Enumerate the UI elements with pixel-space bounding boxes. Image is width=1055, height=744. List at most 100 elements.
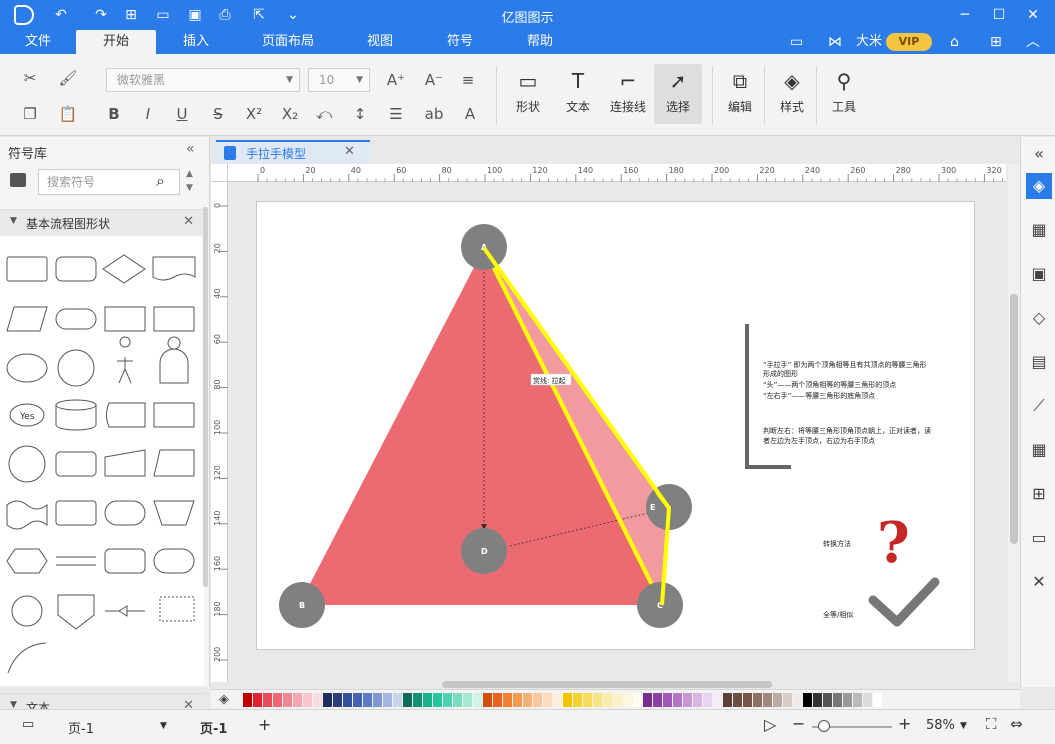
color-swatch[interactable] <box>273 693 282 707</box>
shape-ellipse[interactable] <box>6 353 48 383</box>
color-swatch[interactable] <box>813 693 822 707</box>
shape-tape[interactable] <box>6 500 48 530</box>
grow-font-icon[interactable]: A⁺ <box>386 70 406 90</box>
color-swatch[interactable] <box>303 693 312 707</box>
color-swatch[interactable] <box>843 693 852 707</box>
shape-document[interactable] <box>152 256 196 281</box>
checkmark-icon[interactable] <box>868 577 940 627</box>
color-swatch[interactable] <box>363 693 372 707</box>
color-swatch[interactable] <box>723 693 732 707</box>
connector-button[interactable]: ⌐ 连接线 <box>604 64 652 124</box>
shape-annotation[interactable] <box>159 596 195 622</box>
shape-delay[interactable] <box>104 548 146 574</box>
color-swatch[interactable] <box>793 693 802 707</box>
zoom-in-icon[interactable]: + <box>898 714 911 733</box>
color-swatch[interactable] <box>713 693 722 707</box>
color-swatch[interactable] <box>863 693 872 707</box>
expand-right-panel-icon[interactable]: « <box>1026 141 1052 167</box>
shape-predefined[interactable] <box>104 306 146 332</box>
color-swatch[interactable] <box>673 693 682 707</box>
shape-offpage-ref[interactable] <box>57 594 95 630</box>
color-swatch[interactable] <box>353 693 362 707</box>
color-swatch[interactable] <box>423 693 432 707</box>
color-swatch[interactable] <box>453 693 462 707</box>
color-swatch[interactable] <box>853 693 862 707</box>
menu-view[interactable]: 视图 <box>356 30 404 54</box>
subscript-icon[interactable]: X₂ <box>280 104 300 124</box>
panel-scrollbar[interactable] <box>203 207 208 587</box>
color-swatch[interactable] <box>823 693 832 707</box>
fit-page-icon[interactable]: ⇔ <box>1010 715 1023 733</box>
tools-button[interactable]: ⚲ 工具 <box>820 64 868 124</box>
color-swatch[interactable] <box>573 693 582 707</box>
shape-cylinder[interactable] <box>55 399 97 431</box>
shape-stored-data[interactable] <box>106 402 146 428</box>
chevron-down-icon[interactable]: ▼ <box>160 721 167 731</box>
minimize-icon[interactable]: ─ <box>954 4 976 26</box>
add-page-button[interactable]: + <box>258 715 271 734</box>
chevron-down-icon[interactable]: ▼ <box>960 721 967 731</box>
grid-icon[interactable]: ▦ <box>1026 217 1052 243</box>
zoom-slider-thumb[interactable] <box>818 720 830 732</box>
color-swatch[interactable] <box>583 693 592 707</box>
color-swatch[interactable] <box>683 693 692 707</box>
select-button[interactable]: ➚ 选择 <box>654 64 702 124</box>
color-swatch[interactable] <box>533 693 542 707</box>
color-swatch[interactable] <box>373 693 382 707</box>
layers-icon[interactable]: ◇ <box>1026 305 1052 331</box>
color-swatch[interactable] <box>643 693 652 707</box>
node-b[interactable]: B <box>279 582 325 628</box>
bullets-icon[interactable]: ☰ <box>386 104 406 124</box>
color-swatch[interactable] <box>613 693 622 707</box>
shape-user[interactable] <box>159 336 189 384</box>
play-icon[interactable]: ▷ <box>764 715 776 734</box>
collapse-panel-icon[interactable]: « <box>186 141 195 157</box>
color-swatch[interactable] <box>473 693 482 707</box>
italic-icon[interactable]: I <box>138 104 158 124</box>
color-swatch[interactable] <box>833 693 842 707</box>
color-swatch[interactable] <box>733 693 742 707</box>
scroll-down-icon[interactable]: ▼ <box>186 183 193 193</box>
color-swatch[interactable] <box>603 693 612 707</box>
color-swatch[interactable] <box>503 693 512 707</box>
color-swatch[interactable] <box>343 693 352 707</box>
color-swatch[interactable] <box>693 693 702 707</box>
color-swatch[interactable] <box>743 693 752 707</box>
library-icon[interactable] <box>10 173 26 187</box>
collapse-ribbon-icon[interactable]: ︿ <box>1026 33 1040 51</box>
close-icon[interactable]: ✕ <box>1022 4 1044 26</box>
section-basic-flowchart[interactable]: ▼ 基本流程图形状 ✕ <box>0 209 206 235</box>
shape-actor[interactable] <box>117 336 133 384</box>
color-swatch[interactable] <box>393 693 402 707</box>
format-painter-icon[interactable]: 🖌 <box>58 68 78 88</box>
image-icon[interactable]: ▣ <box>1026 261 1052 287</box>
shape-small-circle[interactable] <box>11 595 43 627</box>
text-button[interactable]: T 文本 <box>554 64 602 124</box>
shape-button[interactable]: ▭ 形状 <box>504 64 552 124</box>
paste-icon[interactable]: 📋 <box>58 104 78 124</box>
color-swatch[interactable] <box>653 693 662 707</box>
shape-connector[interactable] <box>8 445 46 483</box>
text-rotate-icon[interactable]: ⤺ <box>314 104 334 124</box>
shape-card[interactable] <box>153 402 195 428</box>
copy-icon[interactable]: ❐ <box>20 104 40 124</box>
style-button[interactable]: ◈ 样式 <box>768 64 816 124</box>
color-swatch[interactable] <box>333 693 342 707</box>
color-swatch[interactable] <box>323 693 332 707</box>
color-swatch[interactable] <box>623 693 632 707</box>
font-color-icon[interactable]: A <box>460 104 480 124</box>
menu-help[interactable]: 帮助 <box>516 30 564 54</box>
chart-icon[interactable]: ⟋ <box>1026 393 1052 419</box>
color-swatch[interactable] <box>563 693 572 707</box>
color-swatch[interactable] <box>753 693 762 707</box>
fit-icon[interactable]: ✕ <box>1026 569 1052 595</box>
color-swatch[interactable] <box>593 693 602 707</box>
node-d[interactable]: D <box>461 528 507 574</box>
underline-icon[interactable]: U <box>172 104 192 124</box>
strikethrough-icon[interactable]: S <box>208 104 228 124</box>
vertical-scroll-thumb[interactable] <box>1010 294 1018 544</box>
shrink-font-icon[interactable]: A⁻ <box>424 70 444 90</box>
shape-display[interactable] <box>153 548 195 574</box>
shape-terminator[interactable] <box>55 308 97 330</box>
color-swatch[interactable] <box>553 693 562 707</box>
